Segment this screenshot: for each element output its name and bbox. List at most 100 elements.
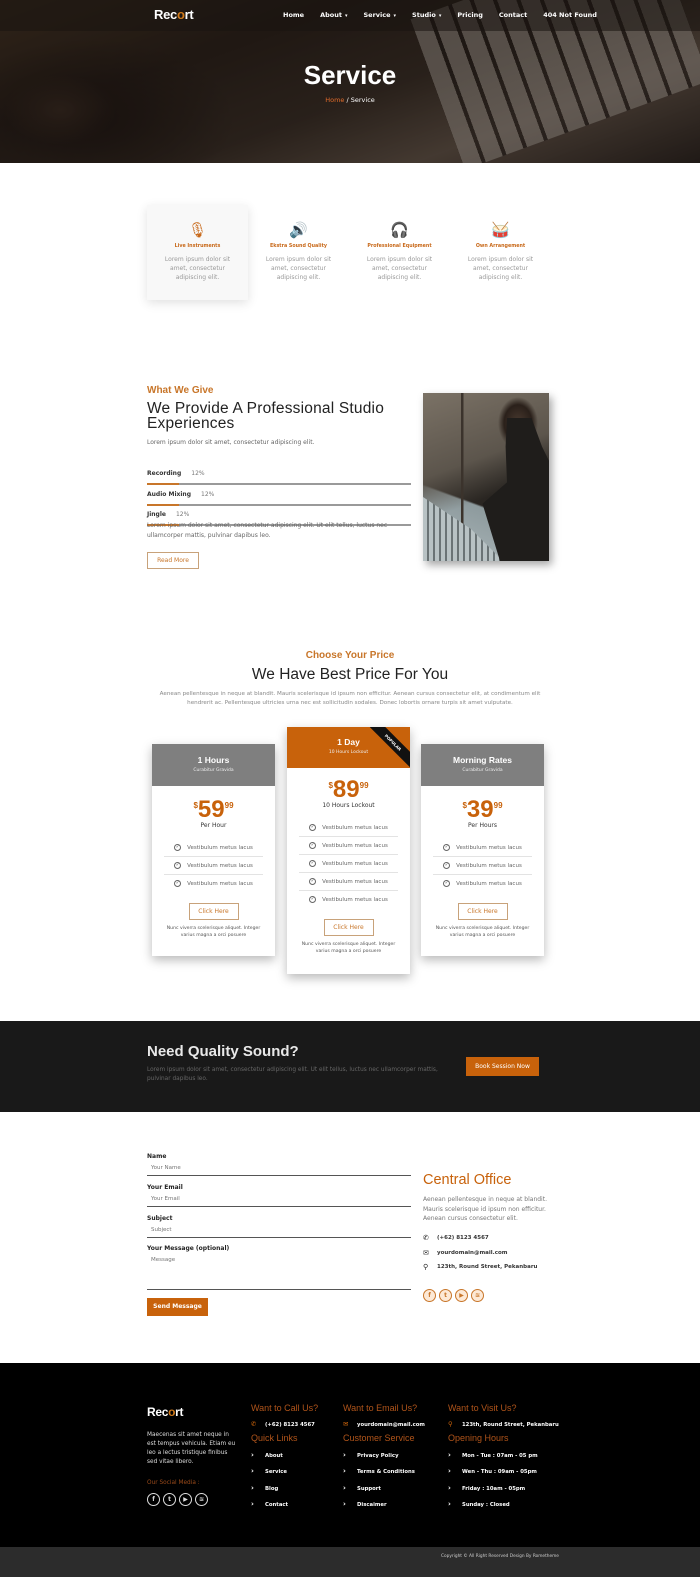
nav-item-contact[interactable]: Contact bbox=[499, 11, 527, 19]
footer-link-item[interactable]: › Service bbox=[251, 1463, 318, 1479]
about-body-text: Lorem ipsum dolor sit amet, consectetur … bbox=[147, 522, 388, 539]
features-row: 🎙 Live Instruments Lorem ipsum dolor sit a… bbox=[147, 205, 552, 300]
check-circle-icon: ✓ bbox=[309, 878, 317, 885]
footer-link-item[interactable]: › About bbox=[251, 1447, 318, 1463]
quick-links-list: › About › Service › Blog › Contact bbox=[251, 1447, 318, 1512]
feature-card[interactable]: 🎙 Live Instruments Lorem ipsum dolor sit a… bbox=[147, 205, 248, 300]
envelope-icon: ✉ bbox=[343, 1420, 349, 1428]
nav-item-about[interactable]: About ▾ bbox=[320, 11, 347, 19]
office-email[interactable]: ✉ yourdomain@mail.com bbox=[423, 1249, 508, 1257]
send-message-button[interactable]: Send Message bbox=[147, 1298, 208, 1316]
pricing-subtitle: Choose Your Price bbox=[305, 650, 395, 661]
subject-field-group: Subject bbox=[147, 1215, 411, 1238]
office-title: Central Office bbox=[423, 1172, 512, 1188]
footer-link-item: › Sunday : Closed bbox=[448, 1496, 559, 1512]
footer-link-item[interactable]: › Privacy Policy bbox=[343, 1447, 425, 1463]
footer-link-item: › Wen - Thu : 09am - 05pm bbox=[448, 1463, 559, 1479]
email-field-group: Your Email bbox=[147, 1184, 411, 1207]
nav-item-pricing[interactable]: Pricing bbox=[457, 11, 483, 19]
book-session-button[interactable]: Book Session Now bbox=[466, 1057, 539, 1076]
plan-name: Morning Rates bbox=[452, 755, 513, 765]
name-input[interactable] bbox=[147, 1160, 411, 1176]
footer-link-item: › Friday : 10am - 05pm bbox=[448, 1480, 559, 1496]
footer-link-label: About bbox=[265, 1453, 283, 1459]
feature-card[interactable]: 🔊 Ekstra Sound Quality Lorem ipsum dolor s… bbox=[248, 205, 349, 300]
footer-address: ⚲ 123th, Round Street, Pekanbaru bbox=[448, 1420, 559, 1428]
youtube-icon[interactable]: ▶ bbox=[455, 1289, 468, 1302]
chevron-right-icon: › bbox=[251, 1483, 254, 1492]
feature-text: Vestibulum metus lacus bbox=[322, 843, 388, 849]
nav-item-label: Pricing bbox=[457, 11, 483, 19]
chevron-right-icon: › bbox=[448, 1483, 451, 1492]
name-label: Name bbox=[147, 1153, 167, 1160]
plan-feature-item: ✓ Vestibulum metus lacus bbox=[299, 855, 398, 873]
chevron-down-icon: ▾ bbox=[344, 13, 348, 19]
footer-link-label: Support bbox=[357, 1485, 381, 1492]
feature-card[interactable]: 🥁 Own Arrangement Lorem ipsum dolor sit am… bbox=[450, 205, 551, 300]
customer-service-heading: Customer Service bbox=[343, 1433, 415, 1443]
plan-feature-item: ✓ Vestibulum metus lacus bbox=[299, 873, 398, 891]
footer-link-item[interactable]: › Blog bbox=[251, 1480, 318, 1496]
pricing-lead: Aenean pellentesque in neque at blandit.… bbox=[159, 691, 541, 706]
feature-text: Lorem ipsum dolor sit amet, consectetur … bbox=[164, 256, 231, 281]
card-header: 1 Hours Curabitur Gravida bbox=[152, 744, 275, 786]
nav-item-home[interactable]: Home bbox=[283, 11, 304, 19]
nav-item-label: Home bbox=[283, 11, 305, 19]
footer-link-label: Mon - Tue : 07am - 05 pm bbox=[462, 1453, 538, 1459]
footer-link-item[interactable]: › Terms & Conditions bbox=[343, 1463, 425, 1479]
footer-link-item[interactable]: › Contact bbox=[251, 1496, 318, 1512]
facebook-icon[interactable]: f bbox=[423, 1289, 436, 1302]
youtube-icon[interactable]: ▶ bbox=[179, 1493, 192, 1506]
logo[interactable]: Recort bbox=[154, 7, 194, 22]
feature-text: Lorem ipsum dolor sit amet, consectetur … bbox=[467, 256, 534, 281]
section-subtitle: What We Give bbox=[147, 385, 214, 396]
footer-link-label: Contact bbox=[265, 1501, 289, 1508]
plan-features: ✓ Vestibulum metus lacus ✓ Vestibulum metus… bbox=[299, 819, 398, 909]
email-input[interactable] bbox=[147, 1191, 411, 1207]
spotify-icon[interactable]: ≋ bbox=[471, 1289, 484, 1302]
skill-label: Recording bbox=[147, 470, 182, 477]
twitter-icon[interactable]: t bbox=[439, 1289, 452, 1302]
chevron-right-icon: › bbox=[251, 1499, 254, 1508]
pricing-title: We Have Best Price For You bbox=[251, 666, 449, 683]
check-circle-icon: ✓ bbox=[174, 844, 182, 851]
feature-title: Live Instruments bbox=[174, 244, 221, 249]
plan-cta-button[interactable]: Click Here bbox=[323, 919, 374, 936]
read-more-button[interactable]: Read More bbox=[147, 552, 199, 569]
copyright-bar: Copyright © All Right Reserved Design By… bbox=[0, 1547, 700, 1577]
chevron-right-icon: › bbox=[343, 1451, 346, 1459]
footer-logo[interactable]: Recort bbox=[147, 1405, 184, 1419]
footer: Recort Maecenas sit amet neque in est te… bbox=[0, 1363, 700, 1547]
message-textarea[interactable] bbox=[147, 1252, 411, 1290]
name-field-group: Name bbox=[147, 1153, 411, 1176]
cta-title: Need Quality Sound? bbox=[147, 1043, 299, 1060]
chevron-right-icon: › bbox=[448, 1467, 451, 1476]
nav-item-404-not-found[interactable]: 404 Not Found bbox=[543, 11, 597, 19]
skill-percent: 12% bbox=[191, 470, 205, 477]
footer-link-item[interactable]: › Discaimer bbox=[343, 1496, 425, 1512]
plan-cta-button[interactable]: Click Here bbox=[457, 903, 508, 920]
chevron-right-icon: › bbox=[343, 1483, 346, 1492]
twitter-icon[interactable]: t bbox=[163, 1493, 176, 1506]
facebook-icon[interactable]: f bbox=[147, 1493, 160, 1506]
footer-phone[interactable]: ✆ (+62) 8123 4567 bbox=[251, 1420, 318, 1428]
check-circle-icon: ✓ bbox=[309, 860, 317, 867]
breadcrumb-home-link[interactable]: Home bbox=[325, 96, 344, 104]
nav-item-service[interactable]: Service ▾ bbox=[364, 11, 397, 19]
card-header: Morning Rates Curabitur Gravida bbox=[421, 744, 544, 786]
office-phone[interactable]: ✆ (+62) 8123 4567 bbox=[423, 1234, 489, 1242]
footer-link-item[interactable]: › Support bbox=[343, 1480, 425, 1496]
nav-item-studio[interactable]: Studio ▾ bbox=[412, 11, 441, 19]
nav-item-label: Studio bbox=[412, 11, 436, 19]
feature-card[interactable]: 🎧 Professional Equipment Lorem ipsum dolor… bbox=[349, 205, 450, 300]
skill-label: Jingle bbox=[147, 511, 166, 518]
email-heading: Want to Email Us? bbox=[343, 1403, 418, 1413]
footer-email[interactable]: ✉ yourdomain@mail.com bbox=[343, 1420, 425, 1428]
subject-input[interactable] bbox=[147, 1222, 411, 1238]
spotify-icon[interactable]: ≋ bbox=[195, 1493, 208, 1506]
plan-cta-button[interactable]: Click Here bbox=[188, 903, 239, 920]
feature-title: Own Arrangement bbox=[475, 244, 526, 249]
plan-feature-item: ✓ Vestibulum metus lacus bbox=[299, 891, 398, 909]
feature-title: Ekstra Sound Quality bbox=[269, 244, 327, 249]
plan-features: ✓ Vestibulum metus lacus ✓ Vestibulum metus… bbox=[433, 839, 532, 893]
